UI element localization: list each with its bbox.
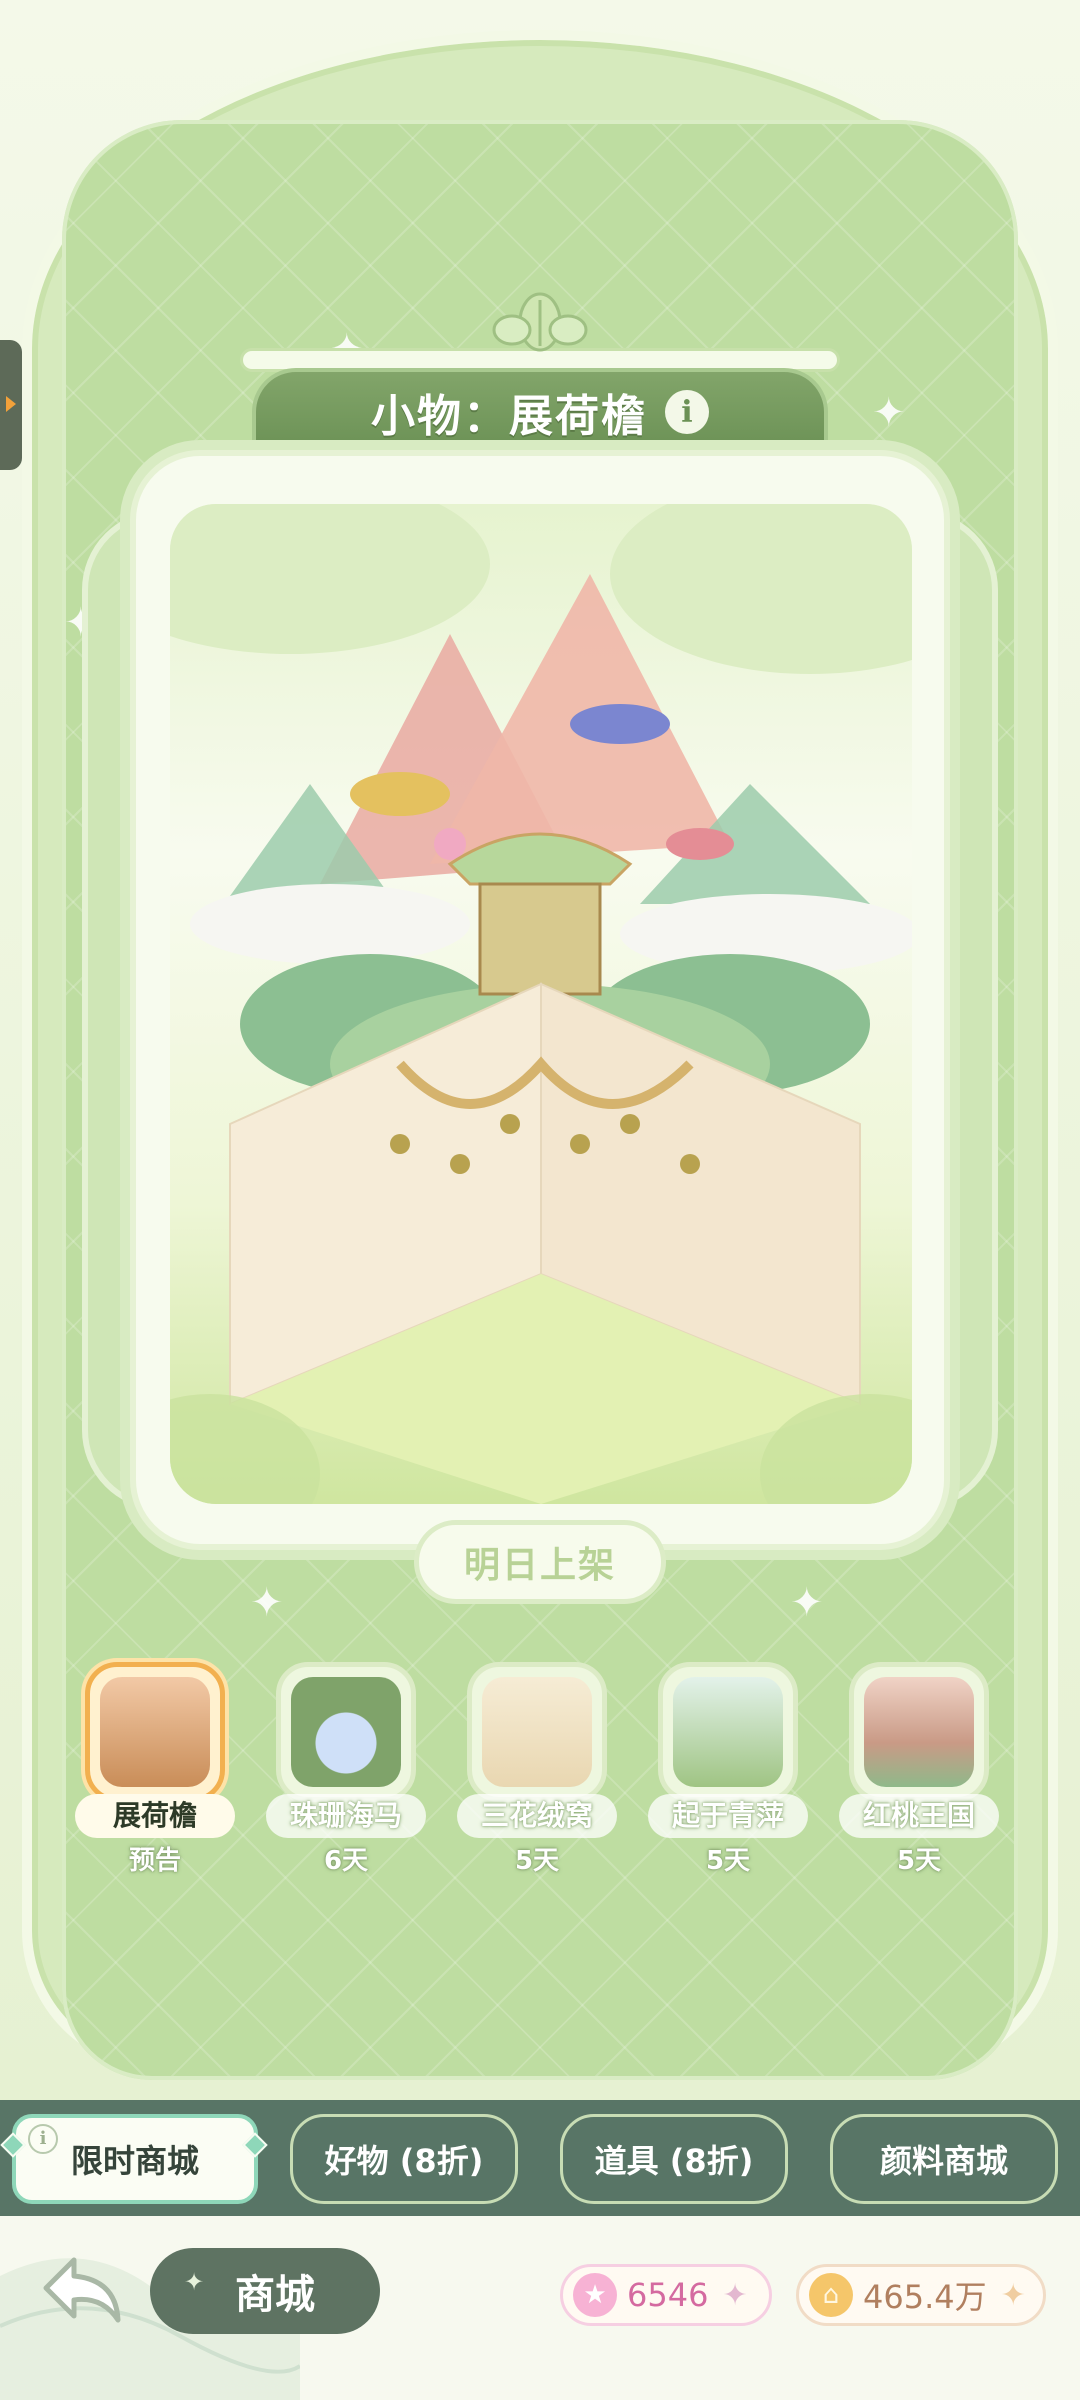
item-preview-image	[170, 504, 912, 1504]
leaf-ornament-icon	[492, 292, 588, 352]
tab-label: 道具 (8折)	[594, 2142, 754, 2180]
info-icon[interactable]: i	[665, 390, 709, 434]
item-card-zhushanhaima[interactable]: 珠珊海马 6天	[266, 1662, 426, 1892]
sparkle-icon: ✦	[872, 390, 906, 436]
back-arrow-icon[interactable]	[40, 2250, 126, 2330]
item-card-hongtaowangguo[interactable]: 红桃王国 5天	[839, 1662, 999, 1892]
info-icon[interactable]: i	[28, 2124, 58, 2154]
item-thumbnail	[85, 1662, 225, 1802]
coin-currency[interactable]: ⌂ 465.4万 ✦	[796, 2264, 1046, 2326]
sparkle-icon: ✦	[184, 2268, 205, 2296]
star-amount: 6546	[627, 2276, 709, 2314]
tab-label: 限时商城	[70, 2142, 199, 2180]
item-name: 展荷檐	[75, 1794, 235, 1838]
item-remaining-days: 6天	[323, 1846, 369, 1876]
tab-label: 颜料商城	[879, 2142, 1008, 2180]
item-remaining-days: 5天	[896, 1846, 942, 1876]
item-carousel: 展荷檐 预告 珠珊海马 6天 三花绒窝 5天 起于青萍 5天 红桃王国 5天	[70, 1662, 1010, 1892]
item-name: 珠珊海马	[266, 1794, 426, 1838]
add-icon[interactable]: ✦	[1001, 2278, 1026, 2313]
release-status-pill: 明日上架	[414, 1520, 666, 1604]
shop-title: 商城	[235, 2272, 315, 2318]
tab-limited-shop[interactable]: i 限时商城	[12, 2114, 258, 2204]
item-status: 预告	[128, 1846, 181, 1876]
add-icon[interactable]: ✦	[722, 2278, 747, 2313]
item-thumbnail	[849, 1662, 989, 1802]
side-drawer-handle[interactable]	[0, 340, 22, 470]
item-card-qiyuqingping[interactable]: 起于青萍 5天	[648, 1662, 808, 1892]
item-card-zhanheyan[interactable]: 展荷檐 预告	[75, 1662, 235, 1892]
item-thumbnail	[467, 1662, 607, 1802]
tab-label: 好物 (8折)	[324, 2142, 484, 2180]
item-name: 起于青萍	[648, 1794, 808, 1838]
coin-icon: ⌂	[809, 2273, 853, 2317]
back-group: ✦ 商城	[40, 2242, 380, 2338]
shop-tab-bar: i 限时商城 好物 (8折) 道具 (8折) 颜料商城	[0, 2100, 1080, 2216]
item-thumbnail	[276, 1662, 416, 1802]
item-card-sanhuarongwo[interactable]: 三花绒窝 5天	[457, 1662, 617, 1892]
item-name: 红桃王国	[839, 1794, 999, 1838]
tab-paint-shop[interactable]: 颜料商城	[830, 2114, 1058, 2204]
shop-title-pill: ✦ 商城	[150, 2248, 380, 2334]
sparkle-icon: ✦	[250, 1580, 284, 1626]
item-title: 小物：展荷檐	[371, 391, 647, 442]
item-remaining-days: 5天	[705, 1846, 751, 1876]
sparkle-icon: ✦	[790, 1580, 824, 1626]
coin-amount: 465.4万	[863, 2278, 987, 2316]
item-title-plate: 小物：展荷檐 i	[252, 368, 828, 456]
item-remaining-days: 5天	[514, 1846, 560, 1876]
tab-goods[interactable]: 好物 (8折)	[290, 2114, 518, 2204]
star-icon: ★	[573, 2273, 617, 2317]
item-thumbnail	[658, 1662, 798, 1802]
item-name: 三花绒窝	[457, 1794, 617, 1838]
star-currency[interactable]: ★ 6546 ✦	[560, 2264, 772, 2326]
tab-props[interactable]: 道具 (8折)	[560, 2114, 788, 2204]
